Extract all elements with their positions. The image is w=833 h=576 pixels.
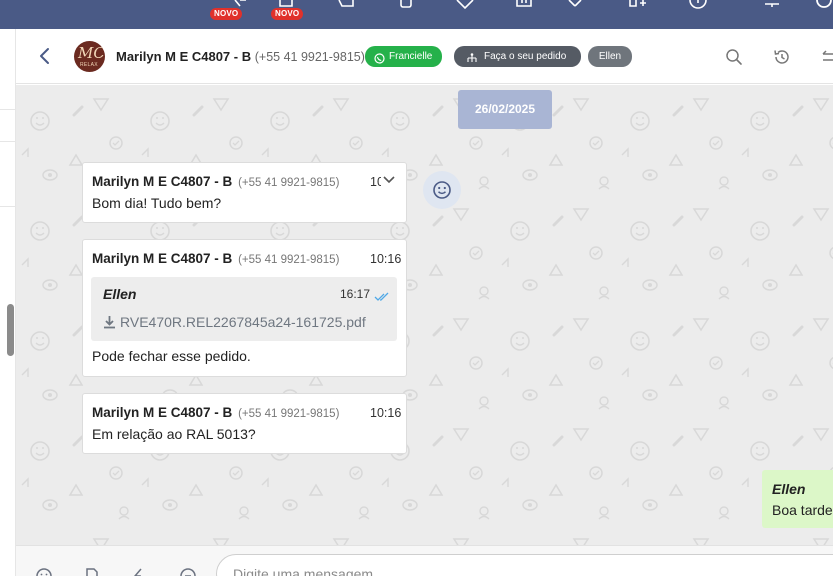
message-text: Em relação ao RAL 5013? — [92, 426, 256, 442]
top-navigation-bar: NOVO NOVO — [0, 0, 833, 29]
back-arrow-icon[interactable] — [36, 46, 54, 66]
incoming-message-bubble[interactable]: Marilyn M E C4807 - B (+55 41 9921-9815)… — [82, 239, 407, 377]
sender-name: Marilyn M E C4807 - B — [92, 174, 233, 189]
order-button[interactable]: Faça o seu pedido — [454, 46, 581, 67]
attach-file-icon[interactable] — [83, 567, 101, 576]
divider — [0, 206, 15, 207]
whatsapp-icon — [374, 51, 385, 72]
add-user-icon[interactable] — [627, 0, 647, 10]
message-time: 10:16 — [370, 252, 402, 266]
conversation-list-panel — [0, 29, 16, 576]
heart-icon[interactable] — [455, 0, 475, 10]
new-badge: NOVO — [271, 8, 304, 20]
whatsapp-agent-label: Francielle — [389, 51, 433, 62]
message-input[interactable] — [216, 554, 833, 576]
mobile-icon[interactable] — [397, 0, 417, 10]
avatar-logo-subtext: RELAX — [80, 62, 98, 68]
new-badge: NOVO — [210, 8, 243, 20]
message-menu-chevron-icon[interactable] — [381, 173, 397, 187]
message-sender: Marilyn M E C4807 - B (+55 41 9921-9815) — [92, 174, 339, 189]
quoted-author: Ellen — [103, 286, 137, 302]
message-time: 10:16 — [370, 406, 402, 420]
sender-name: Marilyn M E C4807 - B — [92, 251, 233, 266]
outgoing-message-bubble[interactable]: Ellen Boa tarde — [762, 470, 833, 528]
avatar-logo-text: MC — [78, 44, 105, 62]
contact-phone: (+55 41 9921-9815) — [254, 50, 365, 64]
scrollbar-thumb[interactable] — [7, 304, 14, 356]
building-icon[interactable] — [514, 0, 534, 10]
incoming-message-bubble[interactable]: Marilyn M E C4807 - B (+55 41 9921-9815)… — [82, 162, 407, 223]
tools-icon[interactable] — [566, 0, 586, 10]
incoming-message-bubble[interactable]: Marilyn M E C4807 - B (+55 41 9921-9815)… — [82, 393, 407, 454]
chat-header: MC RELAX Marilyn M E C4807 - B (+55 41 9… — [16, 29, 833, 84]
search-icon[interactable] — [725, 48, 743, 66]
emoji-reaction-icon[interactable] — [423, 171, 461, 209]
chat-messages-area[interactable]: 26/02/2025 Marilyn M E C4807 - B (+55 41… — [16, 85, 833, 545]
history-icon[interactable] — [773, 48, 791, 66]
settings-icon[interactable] — [815, 0, 833, 10]
message-text: Pode fechar esse pedido. — [92, 348, 251, 364]
message-sender: Marilyn M E C4807 - B (+55 41 9921-9815) — [92, 251, 339, 266]
info-icon[interactable] — [688, 0, 708, 10]
order-button-label: Faça o seu pedido — [484, 51, 567, 62]
contact-title: Marilyn M E C4807 - B (+55 41 9921-9815) — [116, 49, 365, 64]
quoted-time: 16:17 — [340, 287, 371, 301]
date-separator-badge: 26/02/2025 — [458, 90, 552, 129]
chat-icon[interactable] — [337, 0, 357, 10]
outgoing-text: Boa tarde — [772, 502, 833, 518]
pdf-attachment-link[interactable]: RVE470R.REL2267845a24-161725.pdf — [103, 314, 366, 330]
divider — [0, 141, 15, 142]
emoji-icon[interactable] — [35, 567, 53, 576]
divider — [0, 109, 15, 110]
message-text: Bom dia! Tudo bem? — [92, 195, 222, 211]
order-tree-icon — [466, 51, 478, 72]
quick-reply-icon[interactable] — [131, 567, 149, 576]
avatar[interactable]: MC RELAX — [74, 41, 105, 72]
transfer-icon[interactable] — [821, 48, 833, 66]
sticker-icon[interactable] — [179, 567, 197, 576]
sender-phone: (+55 41 9921-9815) — [238, 177, 340, 189]
message-sender: Marilyn M E C4807 - B (+55 41 9921-9815) — [92, 405, 339, 420]
quoted-message[interactable]: Ellen 16:17 RVE470R.REL2267845a24-161725… — [91, 277, 397, 341]
bell-icon[interactable] — [762, 0, 782, 10]
sender-phone: (+55 41 9921-9815) — [238, 254, 340, 266]
assigned-agent-chip[interactable]: Ellen — [588, 46, 632, 67]
contact-name: Marilyn M E C4807 - B — [116, 49, 252, 64]
attachment-filename: RVE470R.REL2267845a24-161725.pdf — [120, 314, 366, 330]
download-icon — [104, 316, 115, 329]
sender-phone: (+55 41 9921-9815) — [238, 408, 340, 420]
sender-name: Marilyn M E C4807 - B — [92, 405, 233, 420]
outgoing-author: Ellen — [772, 481, 806, 497]
whatsapp-agent-chip[interactable]: Francielle — [365, 46, 443, 67]
read-receipt-icon — [374, 289, 390, 307]
message-composer — [16, 545, 833, 576]
